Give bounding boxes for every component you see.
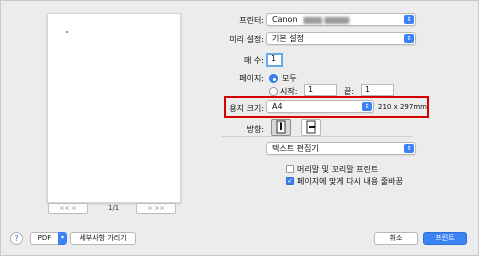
hide-details-button[interactable]: 세부사항 가리기 xyxy=(70,232,136,245)
printer-value: Canon xyxy=(272,15,298,24)
paper-size-select[interactable]: A4 ⇕ xyxy=(266,100,374,113)
copies-input[interactable]: 1 xyxy=(266,53,283,67)
page-count: 1/1 xyxy=(108,204,120,212)
pages-range-radio[interactable] xyxy=(269,87,278,96)
printer-select[interactable]: Canon ▆▆▆ ▆▆▆▆ ⇕ xyxy=(266,13,416,26)
rewrap-checkbox[interactable]: ✓ xyxy=(286,177,294,185)
orientation-portrait-button[interactable] xyxy=(271,119,291,136)
chevron-updown-icon: ⇕ xyxy=(404,144,414,153)
pdf-button[interactable]: PDF xyxy=(30,232,59,245)
first-prev-page-button[interactable]: << < xyxy=(48,203,88,214)
pages-all-label: 모두 xyxy=(282,74,297,83)
preview-content-mark xyxy=(66,31,68,33)
landscape-icon xyxy=(306,120,316,134)
pages-from-input[interactable]: 1 xyxy=(304,84,337,96)
app-section-value: 텍스트 편집기 xyxy=(272,144,319,153)
pages-to-input[interactable]: 1 xyxy=(361,84,394,96)
next-last-page-button[interactable]: > >> xyxy=(136,203,176,214)
presets-select[interactable]: 기본 설정 ⇕ xyxy=(266,32,416,45)
checkmark-icon: ✓ xyxy=(287,177,293,185)
paper-size-value: A4 xyxy=(272,102,283,111)
chevron-updown-icon: ⇕ xyxy=(362,102,372,111)
cancel-button[interactable]: 취소 xyxy=(374,232,418,245)
headers-footers-checkbox[interactable] xyxy=(286,165,294,173)
printer-model-blurred: ▆▆▆ ▆▆▆▆ xyxy=(303,15,350,24)
presets-label: 미리 설정: xyxy=(229,35,264,44)
orientation-landscape-button[interactable] xyxy=(301,119,321,136)
app-section-select[interactable]: 텍스트 편집기 ⇕ xyxy=(266,142,416,155)
paper-size-dimensions: 210 x 297mm xyxy=(378,103,427,111)
preview-page xyxy=(47,13,181,203)
printer-label: 프린터: xyxy=(239,16,264,25)
section-divider xyxy=(222,136,412,137)
pages-all-radio[interactable] xyxy=(269,74,278,83)
paper-size-label: 용지 크기: xyxy=(229,104,264,113)
presets-value: 기본 설정 xyxy=(272,34,304,43)
headers-footers-label: 머리말 및 꼬리말 프린트 xyxy=(297,165,379,174)
pages-label: 페이지: xyxy=(239,74,264,83)
copies-label: 매 수: xyxy=(244,56,264,65)
chevron-updown-icon: ⇕ xyxy=(404,34,414,43)
orientation-label: 방향: xyxy=(246,125,264,134)
print-button[interactable]: 프린트 xyxy=(423,232,467,245)
pdf-menu-chevron-icon[interactable]: ▾ xyxy=(58,232,67,245)
chevron-updown-icon: ⇕ xyxy=(404,15,414,24)
help-button[interactable]: ? xyxy=(10,232,23,245)
rewrap-label: 페이지에 맞게 다시 내용 줄바꿈 xyxy=(297,177,403,186)
portrait-icon xyxy=(276,120,286,134)
